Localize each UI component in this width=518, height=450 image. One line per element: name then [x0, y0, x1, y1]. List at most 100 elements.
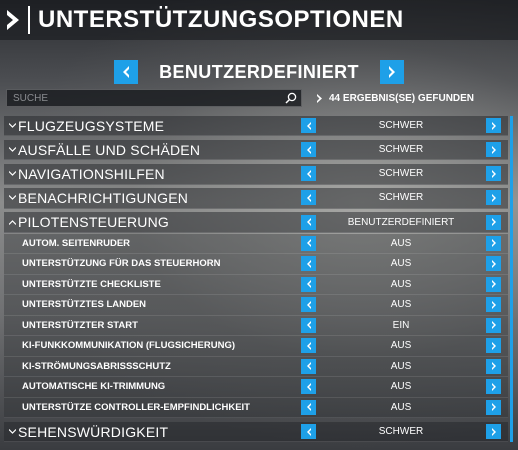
value-prev-button[interactable] [301, 338, 316, 354]
options-list: FLUGZEUGSYSTEME SCHWER AUSFÄLLE UND SCHÄ… [4, 116, 508, 446]
value-next-button[interactable] [486, 190, 501, 206]
title-separator [28, 6, 30, 34]
category-value: BENUTZERDEFINIERT [347, 216, 455, 228]
option-value: AUS [390, 237, 412, 249]
value-prev-button[interactable] [301, 424, 316, 440]
preset-label: BENUTZERDEFINIERT [159, 61, 359, 82]
preset-prev-button[interactable] [114, 60, 138, 84]
value-prev-button[interactable] [301, 256, 316, 272]
option-row[interactable]: AUTOMATISCHE KI-TRIMMUNG AUS [4, 377, 508, 398]
value-next-button[interactable] [486, 424, 501, 440]
category-label: PILOTENSTEUERUNG [18, 214, 169, 230]
option-row[interactable]: UNTERSTÜTZTES LANDEN AUS [4, 295, 508, 316]
option-value: AUS [390, 258, 412, 270]
chevron-down-icon [6, 123, 18, 129]
value-prev-button[interactable] [301, 297, 316, 313]
option-value: AUS [390, 278, 412, 290]
category-value: SCHWER [378, 426, 424, 438]
chevron-right-icon [317, 93, 322, 103]
value-prev-button[interactable] [301, 142, 316, 158]
option-label: KI-FUNKKOMMUNIKATION (FLUGSICHERUNG) [22, 340, 236, 352]
value-next-button[interactable] [486, 256, 501, 272]
value-prev-button[interactable] [301, 399, 316, 415]
category-row[interactable]: FLUGZEUGSYSTEME SCHWER [4, 116, 508, 137]
value-next-button[interactable] [486, 358, 501, 374]
chevron-down-icon [6, 147, 18, 153]
value-prev-button[interactable] [301, 118, 316, 134]
value-prev-button[interactable] [301, 276, 316, 292]
option-row[interactable]: UNTERSTÜTZUNG FÜR DAS STEUERHORN AUS [4, 254, 508, 275]
category-label: BENACHRICHTIGUNGEN [18, 189, 189, 206]
value-next-button[interactable] [486, 317, 501, 333]
value-next-button[interactable] [486, 118, 501, 134]
option-label: UNTERSTÜTZTE CHECKLISTE [22, 278, 161, 290]
category-label: NAVIGATIONSHILFEN [18, 165, 165, 182]
value-prev-button[interactable] [301, 214, 316, 230]
option-value: AUS [390, 381, 412, 393]
option-value: AUS [390, 299, 412, 311]
category-row[interactable]: BENACHRICHTIGUNGEN SCHWER [4, 188, 508, 209]
category-row[interactable]: AUSFÄLLE UND SCHÄDEN SCHWER [4, 140, 508, 161]
option-value: AUS [390, 401, 412, 413]
option-row[interactable]: UNTERSTÜTZTER START EIN [4, 315, 508, 337]
option-row[interactable]: KI-FUNKKOMMUNIKATION (FLUGSICHERUNG) AUS [4, 336, 508, 357]
category-label: AUSFÄLLE UND SCHÄDEN [18, 141, 201, 158]
value-next-button[interactable] [486, 214, 501, 230]
option-row[interactable]: UNTERSTÜTZTE CHECKLISTE AUS [4, 274, 508, 296]
option-row[interactable]: AUTOM. SEITENRUDER AUS [4, 233, 508, 255]
chevron-up-icon [6, 219, 18, 225]
value-prev-button[interactable] [301, 317, 316, 333]
search-box[interactable] [6, 89, 302, 107]
option-label: AUTOMATISCHE KI-TRIMMUNG [22, 381, 166, 393]
results-count: 44 ERGEBNIS(SE) GEFUNDEN [316, 93, 474, 104]
preset-selector: BENUTZERDEFINIERT [0, 54, 518, 90]
category-value: SCHWER [378, 120, 424, 132]
option-value: AUS [390, 360, 412, 372]
option-label: UNTERSTÜTZE CONTROLLER-EMPFINDLICHKEIT [22, 401, 250, 413]
category-label: FLUGZEUGSYSTEME [18, 117, 165, 134]
value-prev-button[interactable] [301, 235, 316, 251]
chevron-down-icon [6, 195, 18, 201]
value-prev-button[interactable] [301, 190, 316, 206]
search-input[interactable] [13, 92, 273, 104]
option-label: UNTERSTÜTZTER START [22, 319, 138, 331]
option-value: EIN [392, 319, 410, 331]
value-next-button[interactable] [486, 276, 501, 292]
scrollbar[interactable] [510, 116, 513, 442]
category-value: SCHWER [378, 144, 424, 156]
value-prev-button[interactable] [301, 379, 316, 395]
chevron-left-icon [123, 66, 129, 78]
value-next-button[interactable] [486, 297, 501, 313]
value-next-button[interactable] [486, 142, 501, 158]
value-next-button[interactable] [486, 235, 501, 251]
value-prev-button[interactable] [301, 358, 316, 374]
category-row-open[interactable]: PILOTENSTEUERUNG BENUTZERDEFINIERT [4, 212, 508, 233]
option-value: AUS [390, 340, 412, 352]
value-next-button[interactable] [486, 379, 501, 395]
category-label: SEHENSWÜRDIGKEIT [18, 423, 169, 440]
value-next-button[interactable] [486, 338, 501, 354]
option-row[interactable]: KI-STRÖMUNGSABRISSSCHUTZ AUS [4, 356, 508, 378]
value-next-button[interactable] [486, 399, 501, 415]
chevron-down-icon [6, 429, 18, 434]
option-label: AUTOM. SEITENRUDER [22, 237, 131, 249]
page-title: UNTERSTÜTZUNGSOPTIONEN [38, 6, 404, 33]
value-next-button[interactable] [486, 166, 501, 182]
category-value: SCHWER [378, 168, 424, 180]
search-row: 44 ERGEBNIS(SE) GEFUNDEN [6, 89, 512, 107]
results-text: 44 ERGEBNIS(SE) GEFUNDEN [329, 92, 475, 104]
chevron-right-icon [389, 66, 395, 78]
preset-next-button[interactable] [380, 60, 404, 84]
top-bar: UNTERSTÜTZUNGSOPTIONEN [0, 0, 518, 40]
option-label: KI-STRÖMUNGSABRISSSCHUTZ [22, 360, 171, 372]
value-prev-button[interactable] [301, 166, 316, 182]
category-row[interactable]: SEHENSWÜRDIGKEIT SCHWER [4, 421, 508, 443]
option-label: UNTERSTÜTZUNG FÜR DAS STEUERHORN [22, 258, 221, 270]
chevron-down-icon [6, 171, 18, 177]
category-value: SCHWER [378, 192, 424, 204]
back-chevron-icon[interactable] [0, 0, 26, 40]
option-row[interactable]: UNTERSTÜTZE CONTROLLER-EMPFINDLICHKEIT A… [4, 397, 508, 419]
option-label: UNTERSTÜTZTES LANDEN [22, 299, 147, 311]
search-icon[interactable] [285, 92, 297, 104]
category-row[interactable]: NAVIGATIONSHILFEN SCHWER [4, 164, 508, 185]
